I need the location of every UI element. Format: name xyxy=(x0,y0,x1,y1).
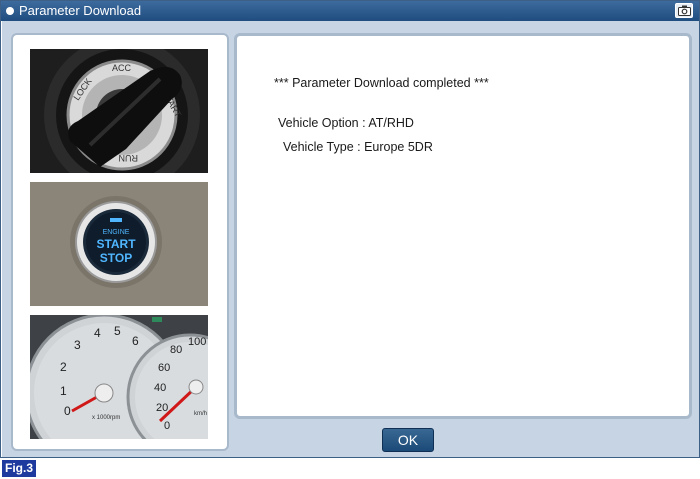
vehicle-option-text: Vehicle Option : AT/RHD xyxy=(278,116,414,130)
tach-tick-4: 4 xyxy=(94,326,101,340)
tach-tick-0: 0 xyxy=(64,404,71,418)
parameter-download-window: Parameter Download LOCK ACC START RUN EN… xyxy=(0,0,700,458)
speed-tick-60: 60 xyxy=(158,362,170,374)
speed-unit: km/h xyxy=(194,411,207,417)
image-panel: LOCK ACC START RUN ENGINE START STOP 1 2… xyxy=(11,33,229,451)
result-panel: *** Parameter Download completed *** Veh… xyxy=(234,33,692,419)
tach-tick-1: 1 xyxy=(60,384,67,398)
stop-label: STOP xyxy=(100,251,132,265)
start-stop-button-photo: ENGINE START STOP xyxy=(30,182,208,306)
ring-label-run: RUN xyxy=(119,153,139,163)
engine-label: ENGINE xyxy=(103,229,130,236)
tach-unit: x 1000rpm xyxy=(92,415,120,421)
ok-button[interactable]: OK xyxy=(382,428,434,452)
speed-tick-40: 40 xyxy=(154,382,166,394)
window-title: Parameter Download xyxy=(19,3,142,18)
tach-tick-6: 6 xyxy=(132,334,139,348)
tach-tick-5: 5 xyxy=(114,324,121,338)
window-bullet-icon xyxy=(6,7,14,15)
vehicle-type-text: Vehicle Type : Europe 5DR xyxy=(283,140,433,154)
ring-label-acc: ACC xyxy=(112,63,132,73)
tach-tick-2: 2 xyxy=(60,360,67,374)
figure-label: Fig.3 xyxy=(2,460,37,477)
start-label: START xyxy=(96,237,136,251)
speed-tick-80: 80 xyxy=(170,344,182,356)
speed-tick-100: 100 xyxy=(188,336,206,348)
title-bar: Parameter Download xyxy=(1,1,699,21)
speed-tick-0: 0 xyxy=(164,420,170,432)
speed-tick-20: 20 xyxy=(156,402,168,414)
instrument-cluster-photo: 1 2 3 4 5 6 0 x 1000rpm 80 100 60 40 20 … xyxy=(30,315,208,439)
download-status-text: *** Parameter Download completed *** xyxy=(274,76,489,90)
ignition-key-photo: LOCK ACC START RUN xyxy=(30,49,208,173)
camera-icon[interactable] xyxy=(675,3,693,18)
tach-tick-3: 3 xyxy=(74,338,81,352)
